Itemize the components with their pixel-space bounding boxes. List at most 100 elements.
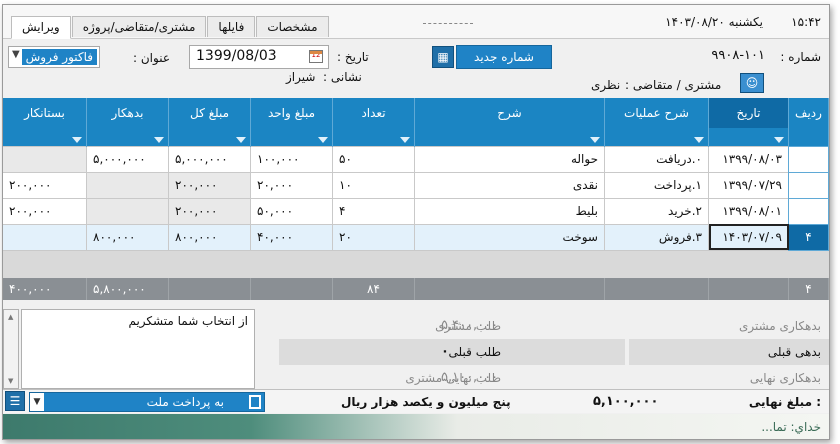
filter-icon[interactable] — [236, 136, 246, 143]
cell-unit-price[interactable]: ۲۰,۰۰۰ — [250, 171, 333, 199]
table-row[interactable]: ۳ ۱۳۹۹/۰۸/۰۱ ۲.خرید بلیط ۴ ۵۰,۰۰۰ ۲۰۰,۰۰… — [3, 197, 829, 225]
cell-description[interactable]: حواله — [414, 145, 605, 173]
col-total[interactable]: مبلغ کل — [168, 98, 251, 128]
cell-credit[interactable]: ۲۰۰,۰۰۰ — [3, 171, 87, 199]
cell-credit[interactable] — [3, 145, 87, 173]
filter-cell[interactable] — [332, 128, 415, 146]
calculator-icon[interactable]: ▦ — [432, 46, 454, 68]
cell-credit[interactable] — [3, 223, 87, 251]
cell-quantity[interactable]: ۱۰ — [332, 171, 415, 199]
col-unit-price[interactable]: مبلغ واحد — [250, 98, 333, 128]
filter-icon[interactable] — [694, 136, 704, 143]
new-number-button[interactable]: شماره جدید — [456, 45, 552, 69]
filter-cell[interactable] — [86, 128, 169, 146]
cell-unit-price[interactable]: ۴۰,۰۰۰ — [250, 223, 333, 251]
col-quantity[interactable]: تعداد — [332, 98, 415, 128]
scroll-down-icon[interactable]: ▼ — [8, 377, 13, 385]
col-operation[interactable]: شرح عملیات — [604, 98, 709, 128]
filter-cell[interactable] — [168, 128, 251, 146]
filter-cell[interactable] — [604, 128, 709, 146]
cell-date[interactable]: ۱۳۹۹/۰۷/۲۹ — [708, 171, 789, 199]
final-amount: ۵,۱۰۰,۰۰۰ — [593, 394, 659, 409]
invoice-window: ۱۵:۴۲ یکشنبه ۱۴۰۳/۰۸/۲۰ مشخصات فایلها مش… — [2, 4, 830, 440]
total-quantity: ۸۴ — [332, 278, 415, 300]
cell-operation[interactable]: ۲.خرید — [604, 197, 709, 225]
cell-quantity[interactable]: ۲۰ — [332, 223, 415, 251]
filter-icon[interactable] — [154, 136, 164, 143]
cell-description[interactable]: بلیط — [414, 197, 605, 225]
cell-total[interactable]: ۸۰۰,۰۰۰ — [168, 223, 251, 251]
settings-icon[interactable]: ☰ — [5, 391, 25, 411]
cell-debit[interactable] — [86, 197, 169, 225]
filter-cell[interactable] — [708, 128, 789, 146]
col-date[interactable]: تاریخ — [708, 98, 789, 128]
previous-request-row: طلب قبلی ۰ — [279, 339, 625, 365]
cell-operation[interactable]: ۳.فروش — [604, 223, 709, 251]
cell-debit[interactable] — [86, 171, 169, 199]
clock: ۱۵:۴۲ — [791, 15, 821, 29]
payment-gateway-select[interactable]: ▼ به پرداخت ملت — [29, 392, 265, 412]
filter-icon[interactable] — [774, 136, 784, 143]
payment-gateway-value: به پرداخت ملت — [146, 395, 224, 409]
cell-total[interactable]: ۵,۰۰۰,۰۰۰ — [168, 145, 251, 173]
cell-total[interactable]: ۲۰۰,۰۰۰ — [168, 171, 251, 199]
col-credit[interactable]: بستانکار — [3, 98, 87, 128]
table-row[interactable]: ۲ ۱۳۹۹/۰۷/۲۹ ۱.پرداخت نقدی ۱۰ ۲۰,۰۰۰ ۲۰۰… — [3, 171, 829, 199]
tab-specifications[interactable]: مشخصات — [256, 16, 329, 37]
summary-panel: ▲ ▼ از انتخاب شما متشکریم طلب مشتری ۵,۴۰… — [3, 309, 829, 389]
customers-icon[interactable]: ☺ — [740, 73, 764, 93]
customer-request-row: طلب مشتری ۵,۴۰۰,۰۰۰ — [279, 313, 625, 339]
cell-total[interactable]: ۲۰۰,۰۰۰ — [168, 197, 251, 225]
cell-date[interactable]: ۱۳۹۹/۰۸/۰۱ — [708, 197, 789, 225]
empty-row — [3, 250, 829, 278]
filter-cell[interactable] — [414, 128, 605, 146]
cell-unit-price[interactable]: ۵۰,۰۰۰ — [250, 197, 333, 225]
memo-textarea[interactable]: از انتخاب شما متشکریم — [21, 309, 255, 389]
cell-credit[interactable]: ۲۰۰,۰۰۰ — [3, 197, 87, 225]
total-debit: ۵,۸۰۰,۰۰۰ — [86, 278, 169, 300]
col-debit[interactable]: بدهکار — [86, 98, 169, 128]
cell-date-focused[interactable]: ۱۴۰۳/۰۷/۰۹ — [708, 223, 789, 251]
banner-text: خداي: تما... — [761, 420, 821, 434]
filter-icon[interactable] — [72, 136, 82, 143]
filter-cell[interactable] — [3, 128, 87, 146]
date-value: 1399/08/03 — [196, 48, 277, 64]
tab-edit[interactable]: ویرایش — [11, 16, 71, 39]
cell-quantity[interactable]: ۴ — [332, 197, 415, 225]
previous-request-label: طلب قبلی — [448, 345, 501, 359]
address-label: نشانی : — [323, 70, 362, 84]
final-debt-label: بدهکاری نهایی — [749, 371, 821, 385]
col-row-number[interactable]: ردیف — [788, 98, 829, 128]
cell-operation[interactable]: ۱.پرداخت — [604, 171, 709, 199]
total-count: ۴ — [788, 278, 829, 300]
cell-operation[interactable]: ۰.دریافت — [604, 145, 709, 173]
row-number: ۴ — [788, 223, 829, 251]
table-row-selected[interactable]: ۴ ۱۴۰۳/۰۷/۰۹ ۳.فروش سوخت ۲۰ ۴۰,۰۰۰ ۸۰۰,۰… — [3, 223, 829, 251]
title-select[interactable]: فاکتور فروش ▼ — [8, 46, 100, 68]
table-row[interactable]: ۱ ۱۳۹۹/۰۸/۰۳ ۰.دریافت حواله ۵۰ ۱۰۰,۰۰۰ ۵… — [3, 145, 829, 173]
row-number: ۲ — [788, 171, 829, 199]
tab-files[interactable]: فایلها — [207, 16, 256, 37]
filter-icon[interactable] — [400, 136, 410, 143]
cell-unit-price[interactable]: ۱۰۰,۰۰۰ — [250, 145, 333, 173]
scroll-up-icon[interactable]: ▲ — [8, 313, 13, 321]
footer-bar: ☰ ▼ به پرداخت ملت پنج میلیون و یکصد هزار… — [3, 389, 829, 413]
address-value: شیراز — [286, 70, 316, 84]
tab-customer-project[interactable]: مشتری/متقاضی/پروژه — [71, 16, 207, 37]
cell-date[interactable]: ۱۳۹۹/۰۸/۰۳ — [708, 145, 789, 173]
cell-debit[interactable]: ۸۰۰,۰۰۰ — [86, 223, 169, 251]
cell-description[interactable]: نقدی — [414, 171, 605, 199]
customer-debt-row: بدهکاری مشتری — [629, 313, 829, 339]
cell-debit[interactable]: ۵,۰۰۰,۰۰۰ — [86, 145, 169, 173]
filter-cell — [788, 128, 829, 146]
col-description[interactable]: شرح — [414, 98, 605, 128]
previous-debt-label: بدهی قبلی — [767, 345, 821, 359]
cell-quantity[interactable]: ۵۰ — [332, 145, 415, 173]
calendar-icon[interactable]: 12 — [309, 50, 323, 63]
filter-icon[interactable] — [318, 136, 328, 143]
filter-cell[interactable] — [250, 128, 333, 146]
filter-icon[interactable] — [590, 136, 600, 143]
cell-description[interactable]: سوخت — [414, 223, 605, 251]
memo-scrollbar[interactable]: ▲ ▼ — [3, 309, 19, 389]
date-field[interactable]: 1399/08/03 — [189, 45, 329, 69]
